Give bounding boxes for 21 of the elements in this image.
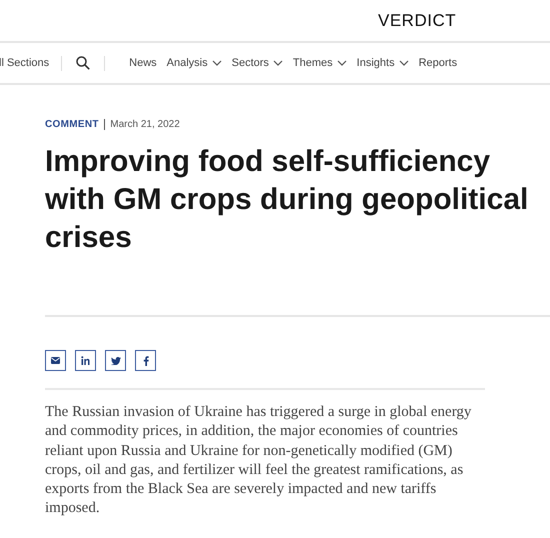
nav-link[interactable]: News	[129, 57, 157, 69]
envelope-icon	[51, 357, 60, 364]
nav-link[interactable]: ll Sections	[0, 57, 50, 69]
bird-icon	[110, 356, 120, 364]
nav-menu[interactable]: Analysis	[166, 57, 222, 69]
nav-link[interactable]: Reports	[418, 57, 458, 69]
linkedin-share-button[interactable]	[75, 350, 96, 371]
article-title: Improving food self-sufficiency with GM crops during geopolitical crises	[45, 144, 530, 256]
lead-paragraph: The Russian invasion of Ukraine has triggered a surge in global energy and commodity prices, in addition, the major economies of countries reliant upon Russia and Ukraine for non-genetically modified (GM) crops, oil and gas, and fertilizer will feel the greatest ramifications, as exports from the Black Sea are severely impacted and new tariffs imposed.	[45, 403, 472, 518]
facebook-icon	[142, 356, 148, 366]
search-icon[interactable]	[76, 56, 90, 70]
nav-menu[interactable]: Sectors	[232, 57, 283, 69]
twitter-share-button[interactable]	[105, 350, 126, 371]
site-logo[interactable]: VERDICT	[378, 10, 456, 30]
nav-menu[interactable]: Insights	[356, 57, 409, 69]
publish-date: March 21, 2022	[110, 119, 180, 130]
linkedin-icon	[81, 356, 90, 365]
email-share-button[interactable]	[45, 350, 66, 371]
facebook-share-button[interactable]	[135, 350, 156, 371]
category-label[interactable]: COMMENT	[45, 119, 99, 130]
nav-menu[interactable]: Themes	[292, 57, 347, 69]
